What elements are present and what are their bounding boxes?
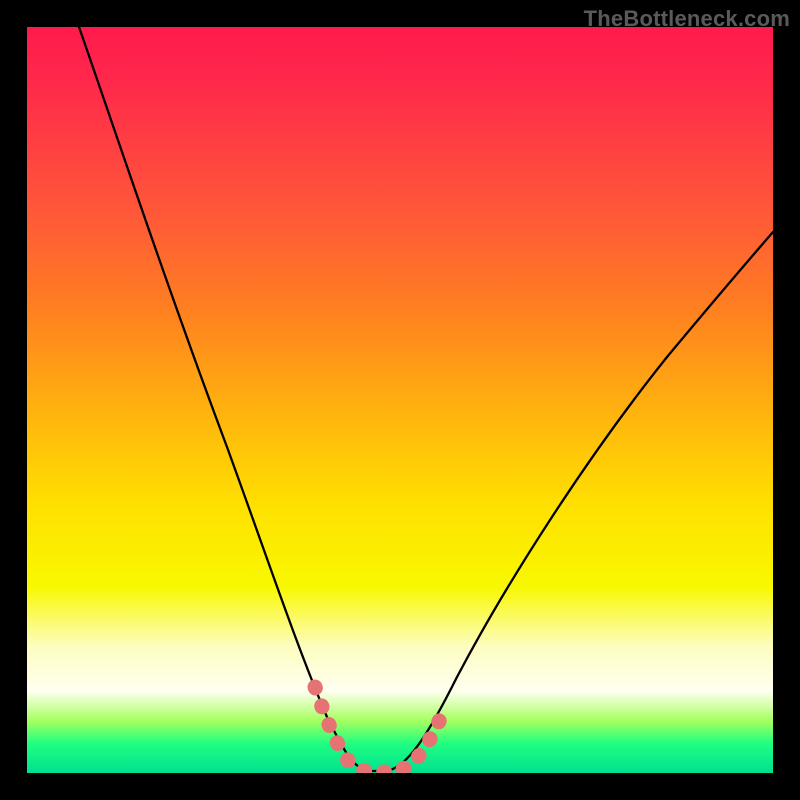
optimal-range-highlight xyxy=(315,687,441,772)
watermark-text: TheBottleneck.com xyxy=(584,6,790,32)
chart-svg xyxy=(27,27,773,773)
chart-plot-area xyxy=(27,27,773,773)
bottleneck-curve xyxy=(79,27,773,771)
